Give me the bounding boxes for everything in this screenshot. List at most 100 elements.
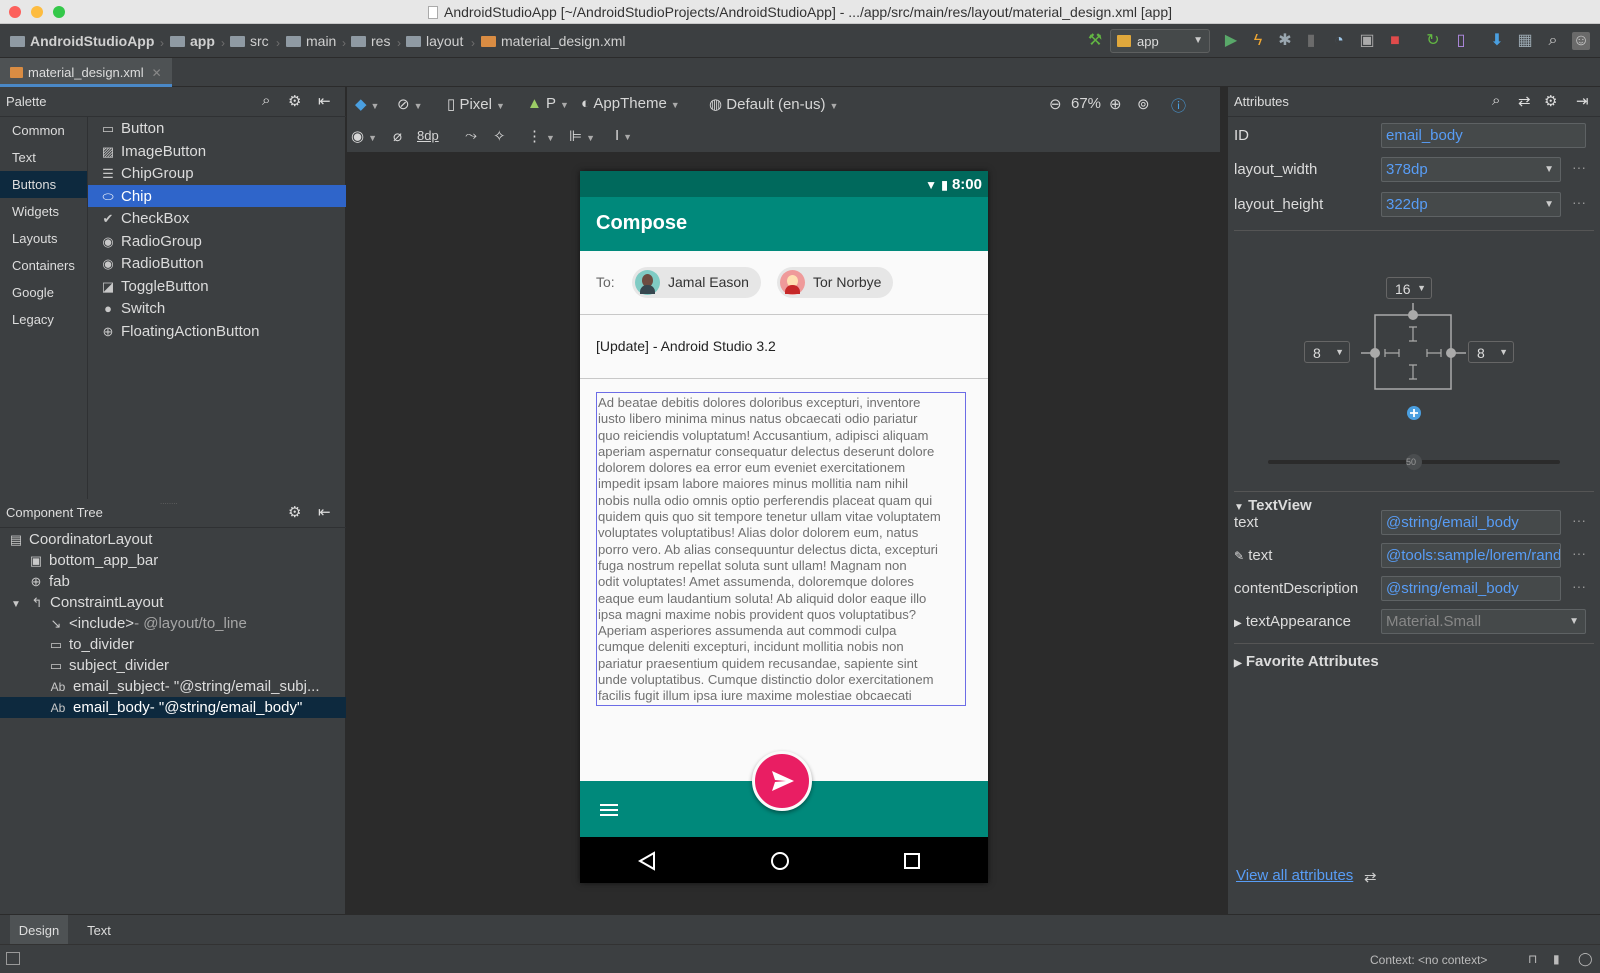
to-line[interactable]: To: Jamal Eason Tor Norbye [580, 251, 988, 315]
palette-category-containers[interactable]: Containers [0, 252, 87, 279]
orientation-icon[interactable]: ⊘ ▼ [397, 95, 423, 113]
view-all-attributes-link[interactable]: View all attributes [1236, 867, 1353, 884]
project-structure-icon[interactable]: ▦ [1516, 32, 1534, 50]
more-options-icon[interactable]: ··· [1572, 545, 1586, 561]
tree-node-subject-divider[interactable]: ▭ subject_divider [0, 655, 346, 676]
run-configuration-dropdown[interactable]: app ▼ [1110, 29, 1210, 53]
hide-panel-icon[interactable]: ⇤ [318, 92, 331, 110]
zoom-in-icon[interactable]: ⊕ [1109, 95, 1122, 113]
gear-icon[interactable]: ⚙ [288, 92, 301, 110]
stop-icon[interactable]: ■ [1386, 32, 1404, 50]
tree-node-fab[interactable]: ⊕ fab [0, 571, 346, 592]
palette-item-chipgroup[interactable]: ☰ ChipGroup [88, 162, 346, 185]
chip-jamal-eason[interactable]: Jamal Eason [632, 267, 761, 298]
hide-panel-icon[interactable]: ⇤ [318, 503, 331, 521]
chip-tor-norbye[interactable]: Tor Norbye [777, 267, 894, 298]
clear-constraints-icon[interactable]: ⤳ [465, 127, 477, 144]
expand-arrow-icon[interactable]: ▼ [8, 599, 24, 610]
tab-design[interactable]: Design [10, 915, 68, 945]
send-fab[interactable] [752, 751, 812, 811]
search-everywhere-icon[interactable]: ⌕ [1544, 32, 1562, 50]
breadcrumb-app[interactable]: app [170, 33, 215, 49]
breadcrumb-file[interactable]: material_design.xml [481, 33, 626, 49]
tree-node-bottom-app-bar[interactable]: ▣ bottom_app_bar [0, 550, 346, 571]
inspector-icon[interactable]: ▮ [1553, 952, 1560, 966]
hide-panel-icon[interactable]: ⇥ [1576, 92, 1589, 110]
search-icon[interactable]: ⌕ [262, 92, 270, 109]
palette-category-common[interactable]: Common [0, 117, 87, 144]
palette-category-buttons[interactable]: Buttons [0, 171, 87, 198]
id-field[interactable]: email_body [1381, 123, 1586, 148]
text-appearance-dropdown[interactable]: Material.Small [1381, 609, 1586, 634]
api-level-dropdown[interactable]: ▲ P ▼ [527, 95, 569, 112]
zoom-fit-icon[interactable]: ⊚ [1137, 95, 1150, 113]
tree-node-email-body[interactable]: Ab email_body- "@string/email_body" [0, 697, 346, 718]
palette-item-radiogroup[interactable]: ◉ RadioGroup [88, 230, 346, 253]
context-label[interactable]: Context: <no context> [1370, 953, 1487, 967]
autoconnect-icon[interactable]: ⌀ [393, 127, 402, 145]
breadcrumb-project[interactable]: AndroidStudioApp [10, 33, 154, 49]
debug-icon[interactable]: ✱ [1276, 32, 1294, 50]
default-margin[interactable]: 8dp [417, 128, 439, 143]
run-icon[interactable]: ▶ [1222, 32, 1240, 50]
device-dropdown[interactable]: ▯ Pixel ▼ [447, 95, 505, 113]
palette-category-widgets[interactable]: Widgets [0, 198, 87, 225]
close-tab-icon[interactable]: ✕ [152, 66, 162, 80]
tools-text-field[interactable]: @tools:sample/lorem/random [1381, 543, 1561, 568]
palette-item-button[interactable]: ▭ Button [88, 117, 346, 140]
palette-category-layouts[interactable]: Layouts [0, 225, 87, 252]
app-bar[interactable]: Compose [580, 197, 988, 251]
theme-dropdown[interactable]: ◐ AppTheme ▼ [581, 95, 680, 112]
palette-item-switch[interactable]: ● Switch [88, 297, 346, 320]
palette-category-legacy[interactable]: Legacy [0, 306, 87, 333]
layout-width-dropdown[interactable]: 378dp [1381, 157, 1561, 182]
more-options-icon[interactable]: ··· [1572, 159, 1586, 175]
bias-slider-value[interactable]: 50 [1406, 457, 1416, 467]
breadcrumb-src[interactable]: src [230, 33, 269, 49]
user-avatar-icon[interactable]: ☺ [1572, 32, 1590, 50]
text-field[interactable]: @string/email_body [1381, 510, 1561, 535]
design-surface-icon[interactable]: ◆ ▼ [355, 95, 379, 113]
tab-text[interactable]: Text [74, 915, 124, 945]
guidelines-icon[interactable]: Ι ▼ [615, 127, 632, 144]
layout-height-dropdown[interactable]: 322dp [1381, 192, 1561, 217]
apply-changes-icon[interactable]: ϟ [1249, 32, 1267, 50]
tree-node-include[interactable]: ↘ <include>- @layout/to_line [0, 613, 346, 634]
tree-node-email-subject[interactable]: Ab email_subject- "@string/email_subj... [0, 676, 346, 697]
more-options-icon[interactable]: ··· [1572, 578, 1586, 594]
info-icon[interactable]: ⓘ [1171, 95, 1186, 116]
tree-node-constraintlayout[interactable]: ▼ ↰ ConstraintLayout [0, 592, 346, 613]
favorite-attributes-section[interactable]: ▶ Favorite Attributes [1234, 653, 1379, 670]
more-options-icon[interactable]: ··· [1572, 512, 1586, 528]
email-body[interactable]: Ad beatae debitis dolores doloribus exce… [596, 392, 966, 706]
attach-debugger-icon[interactable]: ▮ [1302, 32, 1320, 50]
infer-constraints-icon[interactable]: ✧ [493, 127, 506, 145]
swap-view-icon[interactable]: ⇄ [1364, 868, 1377, 886]
email-subject[interactable]: [Update] - Android Studio 3.2 [580, 315, 988, 379]
content-description-field[interactable]: @string/email_body [1381, 576, 1561, 601]
breadcrumb-layout[interactable]: layout [406, 33, 463, 49]
zoom-out-icon[interactable]: ⊖ [1049, 95, 1062, 113]
breadcrumb-main[interactable]: main [286, 33, 336, 49]
gear-icon[interactable]: ⚙ [288, 503, 301, 521]
menu-icon[interactable] [600, 804, 618, 816]
avd-manager-icon[interactable]: ▯ [1452, 32, 1470, 50]
search-icon[interactable]: ⌕ [1492, 92, 1500, 109]
palette-category-google[interactable]: Google [0, 279, 87, 306]
palette-item-chip[interactable]: ⬭ Chip [88, 184, 346, 207]
tree-node-coordinatorlayout[interactable]: ▤ CoordinatorLayout [0, 529, 346, 550]
view-options-icon[interactable]: ◉ ▼ [351, 127, 377, 145]
locale-dropdown[interactable]: ◍ Default (en-us) ▼ [709, 95, 838, 113]
palette-item-togglebutton[interactable]: ◪ ToggleButton [88, 275, 346, 298]
palette-item-imagebutton[interactable]: ▨ ImageButton [88, 140, 346, 163]
gear-icon[interactable]: ⚙ [1544, 92, 1557, 110]
palette-item-fab[interactable]: ⊕ FloatingActionButton [88, 320, 346, 343]
more-options-icon[interactable]: ··· [1572, 194, 1586, 210]
tree-node-to-divider[interactable]: ▭ to_divider [0, 634, 346, 655]
palette-category-text[interactable]: Text [0, 144, 87, 171]
event-log-icon[interactable]: ◯ [1578, 951, 1593, 967]
text-appearance-label[interactable]: ▶ textAppearance [1234, 613, 1351, 630]
editor-tab-material-design[interactable]: material_design.xml ✕ [0, 58, 172, 87]
breadcrumb-res[interactable]: res [351, 33, 390, 49]
tool-windows-icon[interactable] [6, 952, 20, 965]
